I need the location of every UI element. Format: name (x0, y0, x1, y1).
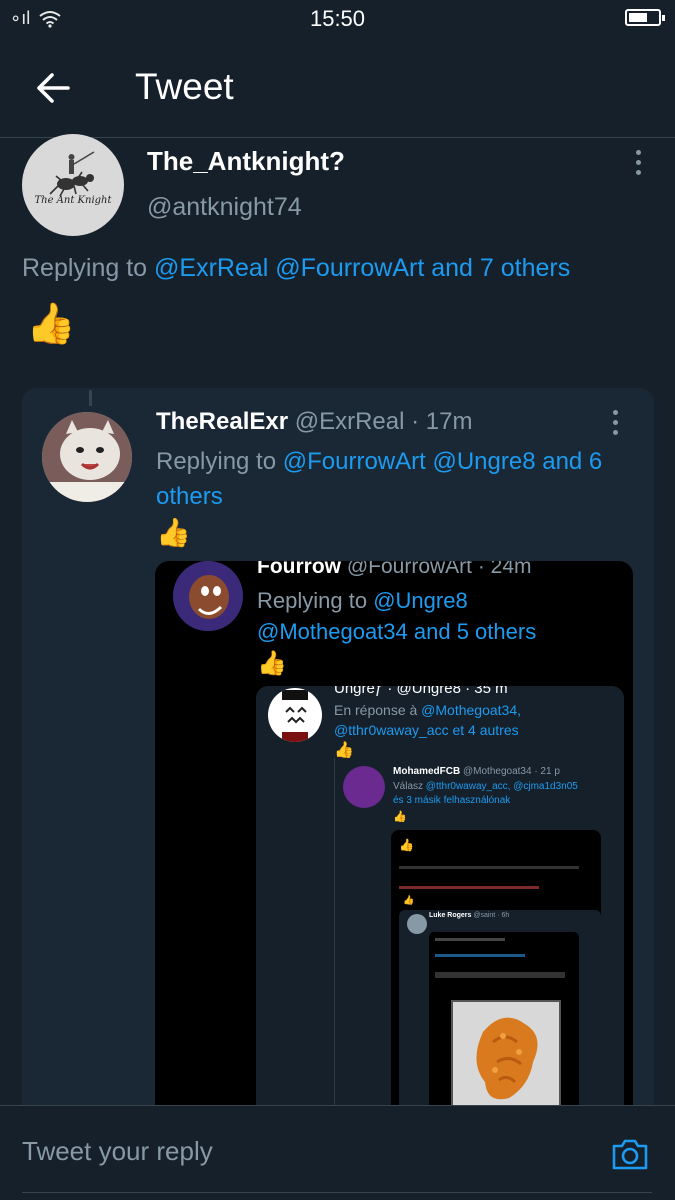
deep-author-name: Luke Rogers (429, 912, 472, 919)
thumbs-up-emoji: 👍 (156, 516, 191, 549)
more-dot (613, 430, 618, 435)
replying-prefix: Replying to (156, 448, 283, 475)
avatar (268, 688, 322, 742)
nested-screenshot-level-6 (429, 932, 579, 1128)
fried-chicken-image (453, 1002, 559, 1108)
mini-text-lines (399, 886, 539, 889)
replying-prefix: Replying to (22, 254, 155, 282)
more-dot (613, 420, 618, 425)
reply-input[interactable] (22, 1136, 582, 1167)
mini-text-lines (435, 954, 525, 957)
replying-prefix: Válasz (393, 781, 426, 792)
face-avatar-icon (282, 690, 308, 742)
camera-icon (612, 1139, 648, 1170)
nested-screenshot-level-2: Ungreƒ · @Ungre8 · 35 m En réponse à @Mo… (256, 686, 624, 1128)
page-title: Tweet (135, 66, 234, 107)
nested-screenshot-level-4: 👍 👍 Luke Rogers @saint · 6h (391, 830, 601, 1128)
avatar-logo-text: The Ant Knight (34, 195, 112, 206)
reply-footer (0, 1105, 675, 1200)
more-vertical-icon (636, 150, 641, 155)
thumbs-up-emoji: 👍 (26, 301, 76, 347)
camera-button[interactable] (610, 1136, 650, 1172)
avatar (407, 914, 427, 934)
deep-author-handle: @saint · 6h (473, 912, 510, 919)
more-button[interactable] (633, 150, 645, 176)
nested-author: Luke Rogers @saint · 6h (429, 912, 509, 919)
nested-author-handle: @FourrowArt · 24m (346, 561, 532, 578)
replying-suffix: és 3 másik felhasználónak (393, 795, 511, 806)
replying-prefix: En réponse à (334, 702, 422, 718)
battery-icon (625, 9, 665, 26)
replying-prefix: Replying to (257, 588, 374, 613)
ant-knight-logo-icon (49, 151, 95, 197)
nested-author: Fourrow @FourrowArt · 24m (257, 561, 532, 579)
embedded-tweet-card[interactable]: TheRealExr @ExrReal · 17m Replying to @F… (22, 388, 654, 1128)
nested-screenshot-level-5: Luke Rogers @saint · 6h (399, 910, 601, 1128)
quoted-author-handle: @ExrReal · 17m (294, 408, 473, 435)
replying-to: Replying to @ExrReal @FourrowArt and 7 o… (22, 254, 570, 283)
avatar[interactable] (42, 412, 132, 502)
more-vertical-icon (613, 410, 618, 415)
nested-replying: Replying to @Ungre8 @Mothegoat34 and 5 o… (257, 585, 617, 647)
replying-mentions: @tthr0waway_acc, @cjma1d3n05 (425, 781, 578, 792)
nested-author: Ungreƒ · @Ungre8 · 35 m (334, 686, 508, 697)
thumbs-up-emoji: 👍 (399, 838, 414, 852)
thumbs-up-emoji: 👍 (403, 896, 415, 906)
mini-text-lines (435, 972, 565, 978)
divider (22, 1192, 652, 1193)
nested-author: MohamedFCB @Mothegoat34 · 21 p (393, 766, 560, 777)
quoted-author-name: TheRealExr (156, 408, 289, 435)
thumbs-up-emoji: 👍 (334, 740, 354, 759)
nested-screenshot-level-3: MohamedFCB @Mothegoat34 · 21 p Válasz @t… (334, 758, 624, 1128)
thread-line (89, 390, 92, 406)
mini-text-lines (399, 866, 579, 869)
nested-replying: Válasz @tthr0waway_acc, @cjma1d3n05 és 3… (393, 780, 603, 808)
nested-screenshot-image[interactable]: Fourrow @FourrowArt · 24m Replying to @U… (155, 561, 633, 1128)
nested-author-handle: @Mothegoat34 · 21 p (463, 766, 560, 777)
header: Tweet (0, 36, 675, 138)
author-handle[interactable]: @antknight74 (147, 193, 302, 222)
status-bar: ∘ıl 15:50 (0, 0, 675, 36)
cartoon-avatar-icon (173, 561, 243, 631)
thumbs-up-emoji: 👍 (257, 649, 287, 677)
more-dot (636, 170, 641, 175)
back-arrow-icon (37, 73, 70, 103)
nested-replying: En réponse à @Mothegoat34, @tthr0waway_a… (334, 700, 614, 740)
nested-author-name: MohamedFCB (393, 766, 461, 777)
avatar (343, 766, 385, 808)
food-image (451, 1000, 561, 1110)
replying-to: Replying to @FourrowArt @Ungre8 and 6 ot… (156, 444, 636, 514)
quoted-author[interactable]: TheRealExr @ExrReal · 17m (156, 408, 472, 436)
back-button[interactable] (32, 66, 76, 110)
thumbs-up-emoji: 👍 (393, 810, 407, 823)
cat-avatar-icon (42, 412, 132, 502)
more-button[interactable] (610, 410, 622, 436)
status-time: 15:50 (309, 6, 366, 31)
author-name[interactable]: The_Antknight? (147, 146, 345, 177)
avatar[interactable]: The Ant Knight (22, 134, 124, 236)
more-dot (636, 160, 641, 165)
nested-author-name: Fourrow (257, 561, 341, 578)
avatar (173, 561, 243, 631)
replying-mentions-link[interactable]: @ExrReal @FourrowArt and 7 others (154, 254, 570, 282)
mini-text-lines (435, 938, 505, 941)
